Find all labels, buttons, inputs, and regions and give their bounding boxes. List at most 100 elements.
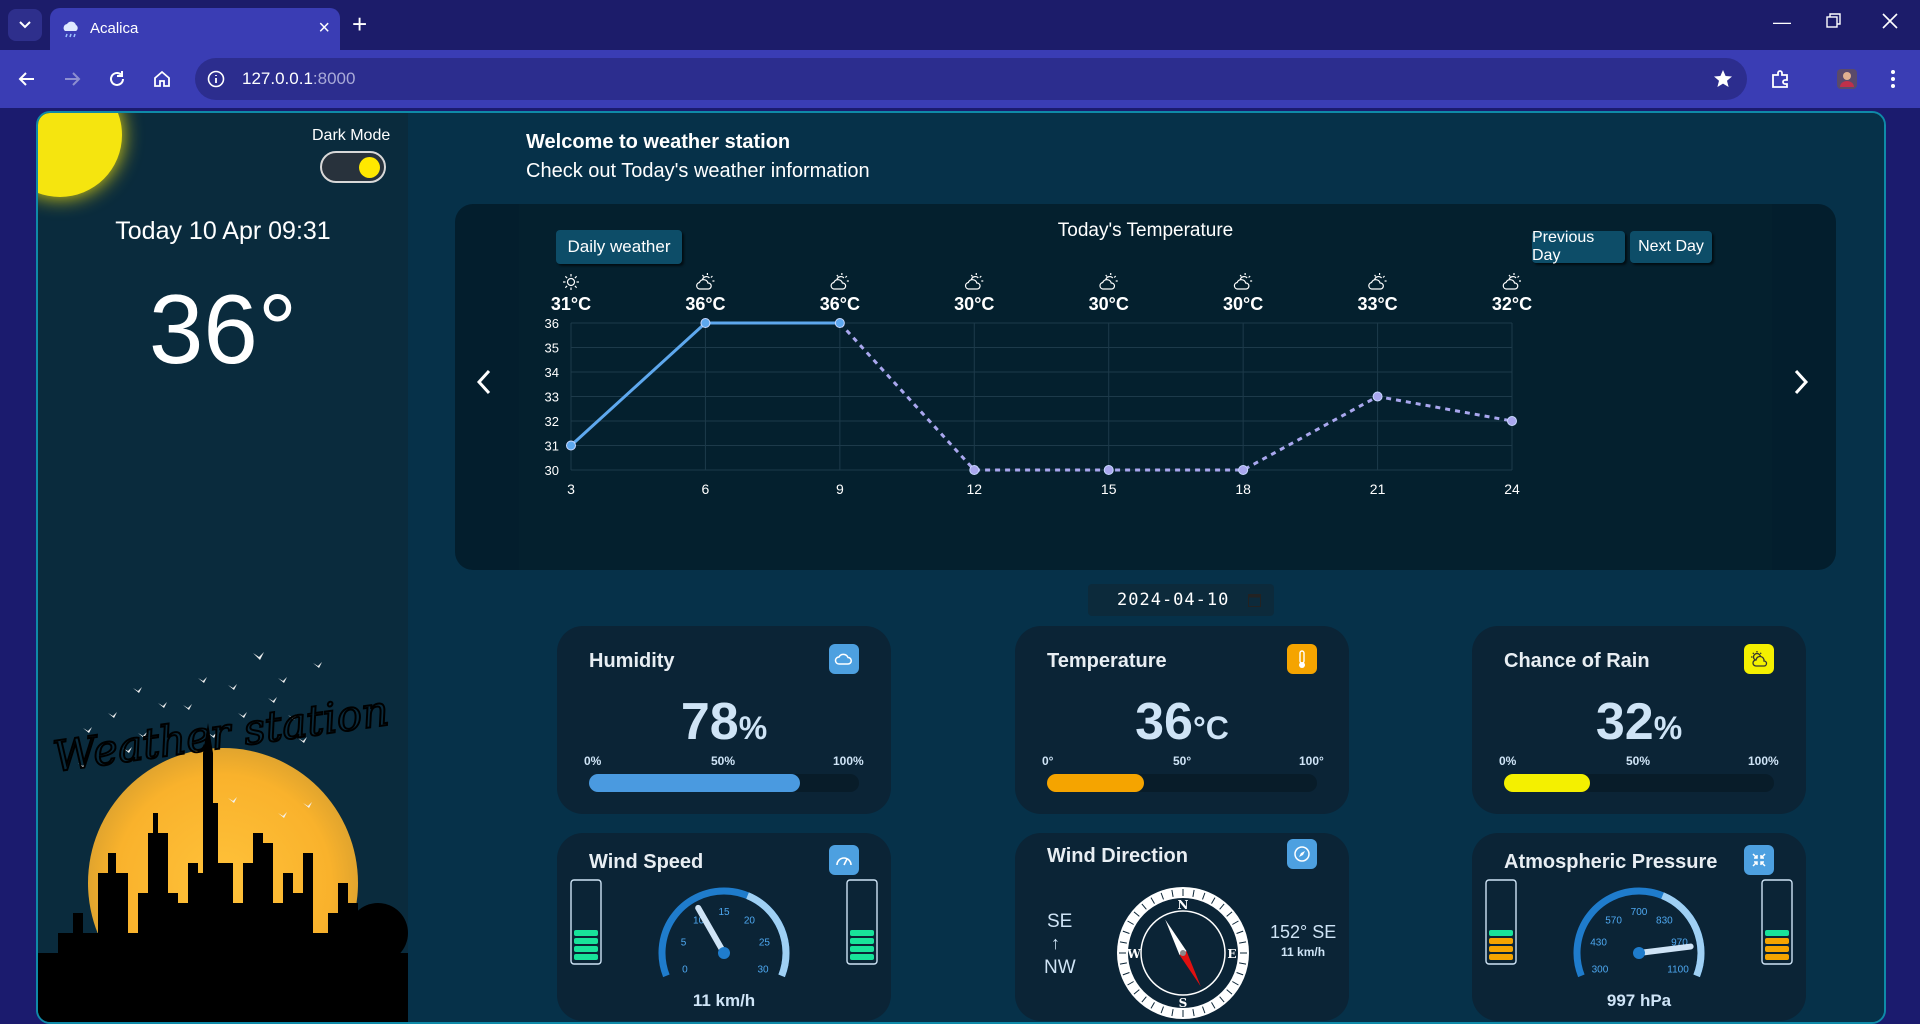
close-tab-icon[interactable]: × — [318, 18, 330, 38]
gauge-needle — [1636, 943, 1694, 956]
current-temperature: 36° — [148, 274, 298, 384]
temperature-line-chart: 30 31 32 33 34 35 36 3 31°C 6 36°C 9 36°C 12 30°C 15 30°… — [545, 273, 1532, 497]
calendar-icon[interactable] — [1248, 593, 1261, 607]
restore-icon — [1826, 13, 1841, 28]
level-segment — [1489, 938, 1513, 944]
compass-letter: W — [1126, 947, 1141, 961]
scale-min: 0% — [584, 754, 602, 768]
carousel-prev-button[interactable] — [475, 368, 493, 401]
temperature-card: Temperature 36°C 0° 50° 100° — [1015, 626, 1349, 814]
scale-max: 100° — [1299, 754, 1324, 768]
gauge-tick-label: 1100 — [1667, 964, 1689, 975]
partly-cloudy-icon — [965, 273, 984, 290]
restore-button[interactable] — [1826, 13, 1842, 34]
weather-app: Dark Mode Today 10 Apr 09:31 36° Weather… — [36, 111, 1886, 1024]
sidebar: Dark Mode Today 10 Apr 09:31 36° Weather… — [38, 113, 408, 1022]
wind-from-label: SE — [1047, 911, 1073, 932]
tab-title: Acalica — [90, 20, 139, 37]
temperature-data-label: 32°C — [1492, 294, 1532, 314]
dark-mode-toggle[interactable] — [320, 151, 386, 183]
humidity-card: Humidity 78% 0% 50% 100% — [557, 626, 891, 814]
gauge-tick-label: 5 — [681, 938, 687, 949]
temperature-value: 36°C — [1135, 693, 1229, 751]
site-info-icon[interactable] — [207, 70, 225, 88]
level-indicator — [846, 879, 878, 965]
x-tick-label: 6 — [702, 481, 710, 497]
weather-station-logo: Weather station — [38, 652, 408, 1022]
rain-value: 32% — [1595, 693, 1683, 751]
progress-fill — [1047, 774, 1145, 792]
home-button[interactable] — [147, 64, 177, 94]
temperature-data-label: 33°C — [1357, 294, 1397, 314]
browser-menu-button[interactable] — [1878, 64, 1908, 94]
level-segment — [1489, 930, 1513, 936]
url-text: 127.0.0.1:8000 — [242, 69, 356, 88]
scale-mid: 50% — [711, 754, 736, 768]
cloud-rain-favicon-icon — [63, 21, 78, 38]
scale-mid: 50% — [1626, 754, 1651, 768]
y-tick-label: 32 — [545, 414, 559, 429]
level-indicator — [1485, 879, 1517, 965]
browser-tab[interactable]: Acalica × — [50, 8, 340, 50]
cloud-icon — [829, 644, 859, 674]
atmospheric-pressure-card: Atmospheric Pressure 300 430 570 700 830 970 1… — [1472, 833, 1806, 1021]
scale-min: 0° — [1042, 754, 1054, 768]
rain-title: Chance of Rain — [1504, 650, 1650, 672]
bookmark-star-icon[interactable] — [1713, 69, 1733, 89]
gauge-tick-label: 25 — [759, 938, 771, 949]
new-tab-button[interactable]: + — [352, 10, 367, 38]
carousel-next-button[interactable] — [1792, 368, 1810, 401]
y-tick-label: 34 — [545, 365, 559, 380]
back-button[interactable] — [12, 64, 42, 94]
minimize-button[interactable]: — — [1773, 12, 1791, 33]
dark-mode-label: Dark Mode — [312, 127, 391, 144]
forecast-carousel: Today's Temperature Daily weather Previo… — [455, 204, 1836, 570]
address-bar[interactable]: 127.0.0.1:8000 — [195, 58, 1747, 100]
date-picker[interactable]: 2024-04-10 — [1088, 584, 1274, 616]
rain-progress-bar — [1504, 774, 1774, 792]
level-segment — [850, 954, 874, 960]
close-window-button[interactable] — [1882, 13, 1898, 34]
x-tick-label: 12 — [966, 481, 982, 497]
partly-cloudy-icon — [1099, 273, 1118, 290]
compass-letter: E — [1227, 947, 1236, 961]
puzzle-icon — [1772, 70, 1788, 88]
level-segment — [1489, 954, 1513, 960]
x-tick-label: 9 — [836, 481, 844, 497]
compass-pivot — [1180, 950, 1186, 956]
data-point — [1372, 391, 1383, 402]
y-tick-label: 35 — [545, 341, 559, 356]
humidity-title: Humidity — [589, 650, 675, 672]
data-point — [1238, 465, 1249, 475]
compass-letter: N — [1178, 898, 1189, 912]
gauge-tick-label: 0 — [682, 964, 688, 975]
forward-button[interactable] — [57, 64, 87, 94]
sun-cloud-icon — [1744, 644, 1774, 674]
data-point — [566, 440, 576, 451]
profile-avatar[interactable] — [1832, 64, 1862, 94]
gauge-tick-label: 700 — [1631, 907, 1648, 918]
level-segment — [1489, 946, 1513, 952]
thermometer-icon — [1287, 644, 1317, 674]
extensions-button[interactable] — [1766, 64, 1796, 94]
tab-search-button[interactable] — [8, 9, 42, 41]
level-segment — [574, 930, 598, 936]
level-segment — [574, 954, 598, 960]
home-icon — [154, 70, 170, 87]
compass-letter: S — [1179, 996, 1188, 1010]
pressure-reading: 997 hPa — [1606, 991, 1672, 1010]
temperature-data-label: 30°C — [1089, 294, 1129, 314]
wind-compass: N E S W — [1117, 887, 1249, 1019]
temperature-data-label: 36°C — [820, 294, 860, 314]
data-point — [1507, 416, 1517, 426]
level-segment — [574, 938, 598, 944]
reload-button[interactable] — [102, 64, 132, 94]
data-point — [834, 318, 845, 328]
x-tick-label: 15 — [1101, 481, 1117, 497]
level-indicator — [570, 879, 602, 965]
x-tick-label: 3 — [567, 481, 575, 497]
avatar — [1837, 69, 1857, 89]
x-tick-label: 21 — [1370, 481, 1386, 497]
temperature-title: Temperature — [1047, 650, 1167, 672]
humidity-progress-bar — [589, 774, 859, 792]
